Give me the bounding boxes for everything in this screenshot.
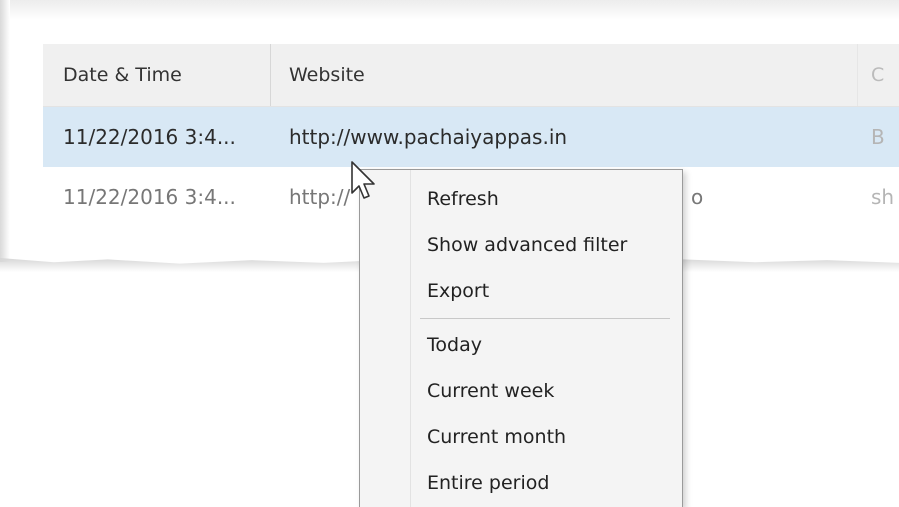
category-cell: sh (871, 185, 895, 209)
category-cell: B (871, 125, 885, 149)
column-divider[interactable] (857, 44, 858, 106)
column-divider[interactable] (270, 44, 271, 106)
column-header-date-time[interactable]: Date & Time (63, 44, 182, 106)
column-header-website[interactable]: Website (289, 44, 365, 106)
menu-item-entire-period[interactable]: Entire period (410, 460, 680, 506)
context-menu-gutter (360, 170, 411, 507)
panel-left-edge (0, 0, 10, 262)
column-header-category[interactable]: C (871, 44, 884, 106)
menu-item-current-week[interactable]: Current week (410, 368, 680, 414)
website-cell: http:// (289, 185, 351, 209)
menu-separator (420, 318, 670, 319)
menu-item-show-advanced-filter[interactable]: Show advanced filter (410, 222, 680, 268)
context-menu: Refresh Show advanced filter Export Toda… (359, 169, 683, 507)
table-row[interactable]: 11/22/2016 3:4... http://www.pachaiyappa… (43, 107, 899, 167)
mouse-pointer-icon (351, 161, 375, 199)
menu-item-today[interactable]: Today (410, 322, 680, 368)
website-cell-tail: o (691, 185, 704, 209)
panel-top-edge (0, 0, 899, 20)
website-cell: http://www.pachaiyappas.in (289, 125, 568, 149)
menu-item-export[interactable]: Export (410, 268, 680, 314)
date-time-cell: 11/22/2016 3:4... (63, 125, 236, 149)
date-time-cell: 11/22/2016 3:4... (63, 185, 236, 209)
menu-item-current-month[interactable]: Current month (410, 414, 680, 460)
table-header: Date & Time Website C (43, 44, 899, 107)
menu-item-refresh[interactable]: Refresh (410, 176, 680, 222)
